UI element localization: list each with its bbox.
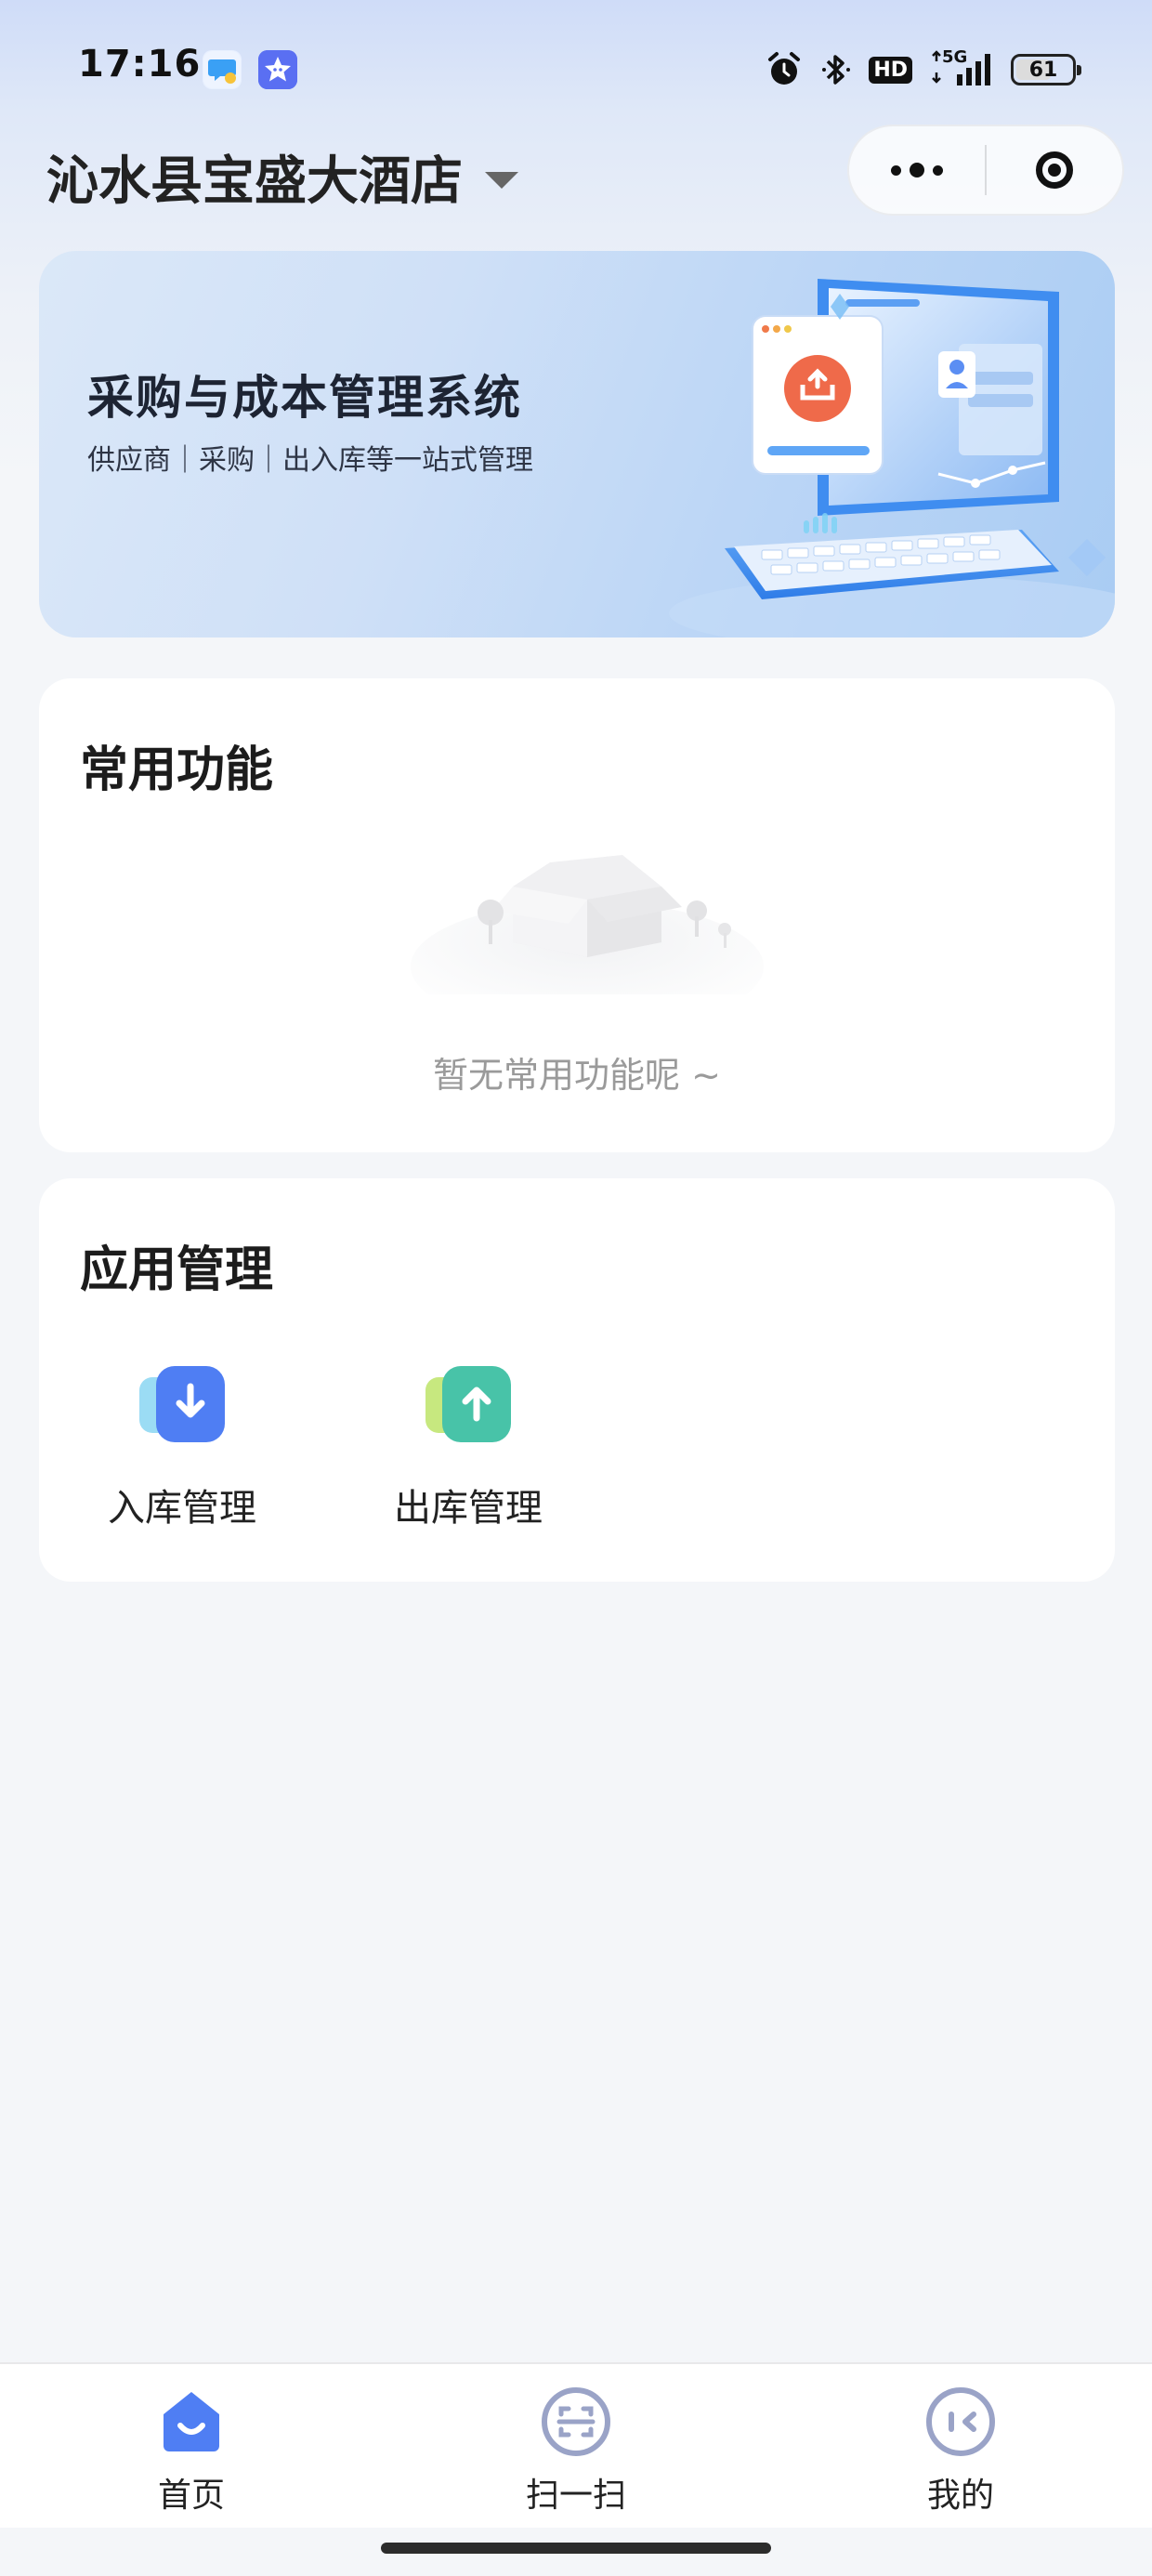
network-label: 5G <box>942 47 968 67</box>
star-app-icon <box>258 50 297 89</box>
tab-home-label: 首页 <box>157 2477 225 2515</box>
tab-scan[interactable]: 扫一扫 <box>474 2364 678 2528</box>
more-dots-icon <box>891 163 943 177</box>
home-indicator[interactable] <box>381 2543 771 2554</box>
battery-icon: 61 <box>1011 51 1081 88</box>
page: 17:16 HD 5G 61 沁水县宝盛大酒店 采购与成本管理系统 供应商｜采购… <box>0 0 1152 2576</box>
battery-level: 61 <box>1028 58 1058 82</box>
inbound-management-label: 入库管理 <box>108 1487 256 1530</box>
chat-app-icon <box>203 50 242 89</box>
banner-subtitle: 供应商｜采购｜出入库等一站式管理 <box>87 444 533 477</box>
close-target-icon <box>1036 151 1073 189</box>
inbound-arrow-down-icon <box>136 1362 229 1446</box>
outbound-management-label: 出库管理 <box>394 1487 543 1530</box>
banner-title: 采购与成本管理系统 <box>87 371 522 425</box>
inbound-management-button[interactable]: 入库管理 <box>89 1362 275 1531</box>
close-button[interactable] <box>987 126 1122 214</box>
store-selector[interactable]: 沁水县宝盛大酒店 <box>46 139 518 215</box>
tab-profile-label: 我的 <box>926 2477 994 2515</box>
empty-box-illustration <box>411 855 764 994</box>
store-name: 沁水县宝盛大酒店 <box>46 151 463 212</box>
tab-scan-label: 扫一扫 <box>525 2477 626 2515</box>
hd-icon: HD <box>869 51 912 88</box>
alarm-icon <box>765 51 804 88</box>
empty-state-text: 暂无常用功能呢 ~ <box>433 1055 721 1096</box>
common-functions-title: 常用功能 <box>80 743 274 798</box>
tab-home[interactable]: 首页 <box>89 2364 294 2528</box>
app-management-title: 应用管理 <box>80 1242 274 1298</box>
outbound-management-button[interactable]: 出库管理 <box>375 1362 561 1531</box>
common-functions-card: 常用功能 暂无常用功能呢 ~ <box>39 678 1115 1152</box>
profile-icon <box>923 2385 998 2459</box>
app-management-card: 应用管理 入库管理 出库管理 <box>39 1178 1115 1582</box>
status-time: 17:16 <box>78 43 202 85</box>
laptop-illustration <box>669 279 1115 637</box>
signal-5g-icon: 5G <box>929 47 994 88</box>
chevron-down-icon <box>485 171 518 189</box>
bottom-tab-bar: 首页 扫一扫 我的 <box>0 2362 1152 2528</box>
status-icons: HD 5G 61 <box>765 47 1081 91</box>
home-icon <box>154 2385 229 2459</box>
bluetooth-icon <box>820 51 852 88</box>
mini-program-capsule <box>847 125 1124 216</box>
promo-banner[interactable]: 采购与成本管理系统 供应商｜采购｜出入库等一站式管理 <box>39 251 1115 637</box>
outbound-arrow-up-icon <box>422 1362 515 1446</box>
more-button[interactable] <box>849 126 985 214</box>
status-bar: 17:16 HD 5G 61 <box>0 0 1152 139</box>
scan-icon <box>539 2385 613 2459</box>
tab-profile[interactable]: 我的 <box>858 2364 1063 2528</box>
hd-label: HD <box>869 56 912 84</box>
